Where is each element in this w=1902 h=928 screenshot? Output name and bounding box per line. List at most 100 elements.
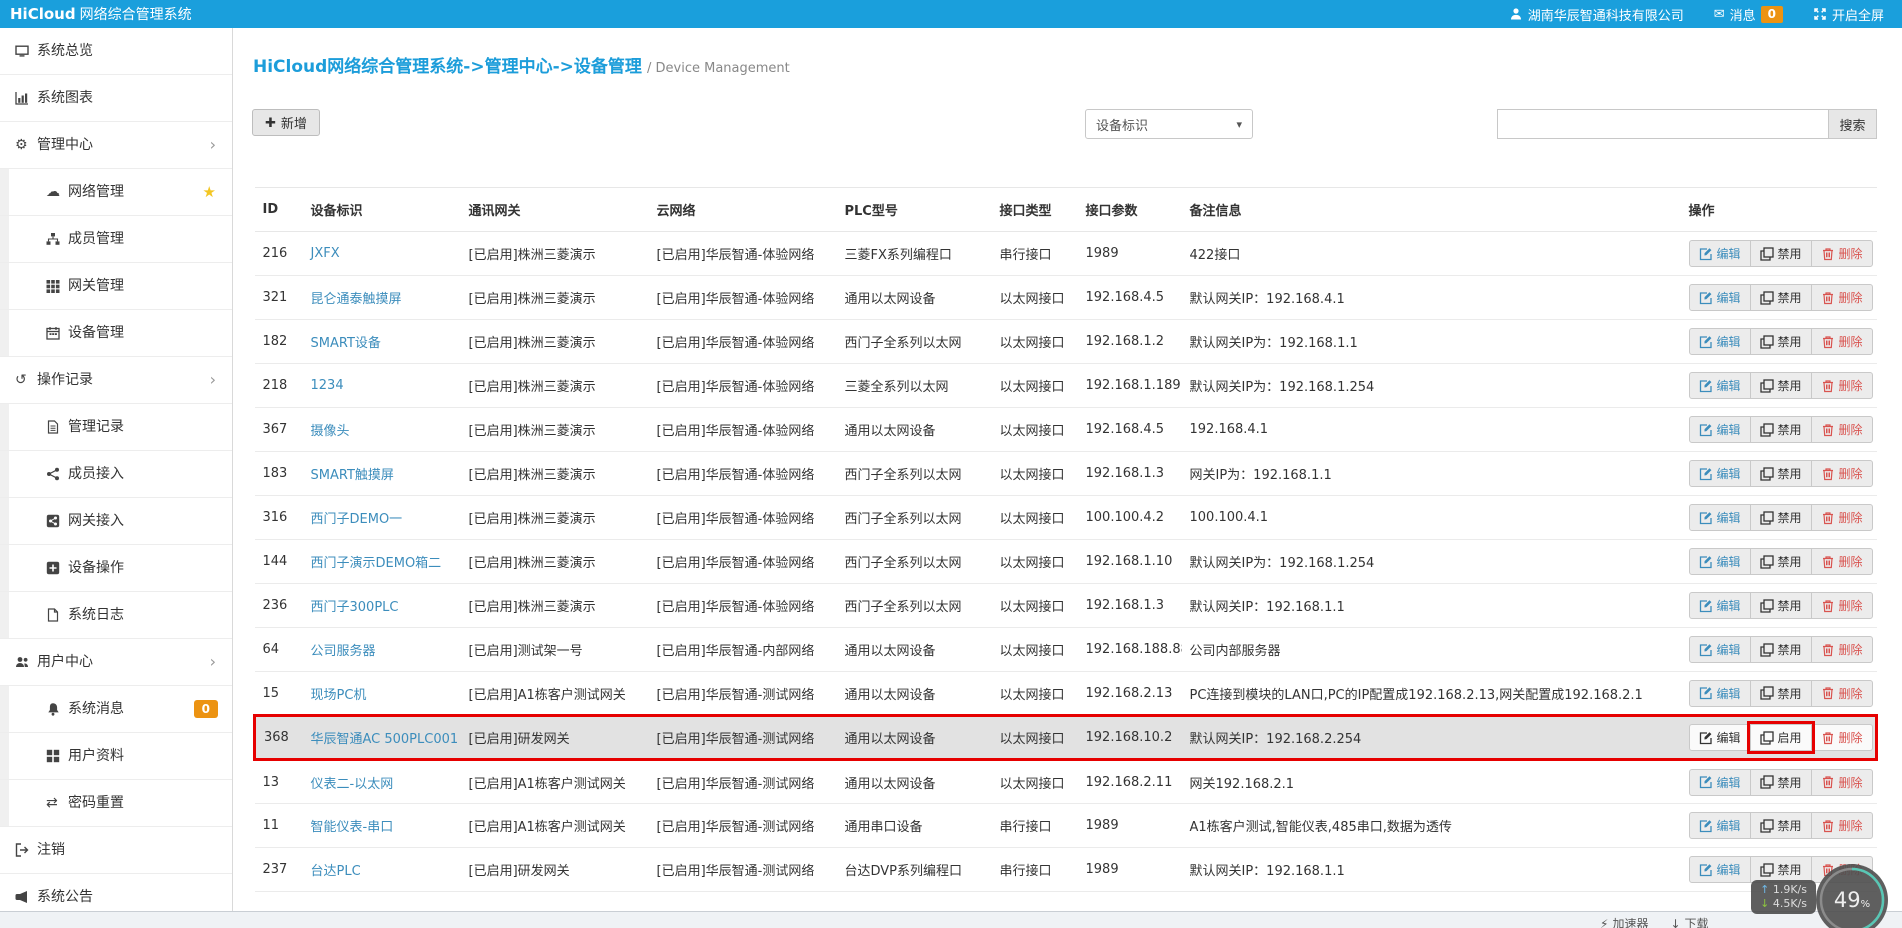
delete-button[interactable]: 删除 — [1810, 592, 1873, 619]
delete-button[interactable]: 删除 — [1810, 328, 1873, 355]
sidebar-item-注销[interactable]: 注销 — [0, 827, 232, 874]
sidebar-item-系统消息[interactable]: 系统消息 0 — [0, 686, 232, 733]
device-name-link[interactable]: SMART设备 — [311, 336, 381, 351]
device-name-link[interactable]: 西门子DEMO一 — [311, 512, 403, 527]
sidebar-item-密码重置[interactable]: ⇄ 密码重置 — [0, 780, 232, 827]
sidebar-item-系统总览[interactable]: 系统总览 — [0, 28, 232, 75]
percent-ring-widget[interactable]: 49% — [1816, 864, 1888, 928]
device-name-link[interactable]: 西门子300PLC — [311, 600, 399, 615]
device-name-link[interactable]: 公司服务器 — [311, 644, 376, 659]
delete-button[interactable]: 删除 — [1810, 372, 1873, 399]
disable-button[interactable]: 禁用 — [1749, 460, 1812, 487]
browser-bar-item[interactable]: ⚡ 加速器 — [1600, 915, 1648, 928]
cell-device-name: 华辰智通AC 500PLC001 — [302, 714, 461, 761]
sidebar-item-网络管理[interactable]: ☁ 网络管理 ★ — [0, 169, 232, 216]
device-name-link[interactable]: 智能仪表-串口 — [311, 820, 394, 835]
disable-button[interactable]: 禁用 — [1749, 679, 1812, 707]
device-name-link[interactable]: 仪表二-以太网 — [311, 777, 394, 792]
disable-button[interactable]: 禁用 — [1749, 636, 1812, 663]
add-button[interactable]: ✚ 新增 — [252, 109, 320, 136]
disable-button[interactable]: 禁用 — [1749, 284, 1812, 311]
delete-button[interactable]: 删除 — [1810, 240, 1873, 267]
delete-button[interactable]: 删除 — [1810, 812, 1873, 839]
sidebar-item-系统日志[interactable]: 系统日志 — [0, 592, 232, 639]
disable-button[interactable]: 禁用 — [1749, 592, 1812, 619]
sidebar-item-设备管理[interactable]: 设备管理 — [0, 310, 232, 357]
sidebar-item-管理中心[interactable]: ⚙ 管理中心 › — [0, 122, 232, 169]
device-name-link[interactable]: 西门子演示DEMO箱二 — [311, 556, 442, 571]
cell-interface-type: 以太网接口 — [991, 363, 1078, 408]
disable-button[interactable]: 禁用 — [1749, 768, 1812, 796]
search-input[interactable] — [1497, 109, 1829, 139]
pencil-icon — [1699, 379, 1713, 393]
edit-button[interactable]: 编辑 — [1688, 856, 1751, 883]
delete-button[interactable]: 删除 — [1810, 284, 1873, 311]
sidebar-item-系统图表[interactable]: 系统图表 — [0, 75, 232, 122]
envelope-icon: ✉ — [1713, 6, 1725, 22]
edit-button[interactable]: 编辑 — [1688, 679, 1751, 707]
cell-gateway: [已启用]株洲三菱演示 — [460, 539, 649, 584]
chart-icon — [15, 91, 37, 105]
edit-button[interactable]: 编辑 — [1688, 240, 1751, 267]
sidebar-item-设备操作[interactable]: 设备操作 — [0, 545, 232, 592]
company-account[interactable]: 湖南华辰智通科技有限公司 — [1509, 5, 1684, 24]
edit-button[interactable]: 编辑 — [1688, 504, 1751, 531]
sidebar-item-管理记录[interactable]: 管理记录 — [0, 404, 232, 451]
edit-button[interactable]: 编辑 — [1688, 592, 1751, 619]
disable-button[interactable]: 禁用 — [1749, 240, 1812, 267]
edit-button[interactable]: 编辑 — [1688, 284, 1751, 311]
device-name-link[interactable]: 台达PLC — [311, 864, 361, 879]
device-name-link[interactable]: 华辰智通AC 500PLC001 — [311, 732, 459, 747]
delete-button[interactable]: 删除 — [1810, 679, 1873, 707]
column-header: PLC型号 — [836, 187, 992, 232]
cell-id: 144 — [254, 539, 303, 584]
page-subtitle: / Device Management — [647, 61, 790, 76]
device-name-link[interactable]: SMART触摸屏 — [311, 468, 394, 483]
messages-button[interactable]: ✉ 消息 0 — [1714, 5, 1783, 24]
disable-button[interactable]: 禁用 — [1749, 504, 1812, 531]
filter-select[interactable]: 设备标识 ▾ — [1085, 109, 1253, 139]
enable-button[interactable]: 启用 — [1749, 724, 1812, 751]
delete-button-label: 删除 — [1838, 555, 1863, 569]
edit-button[interactable]: 编辑 — [1688, 548, 1751, 575]
sidebar-item-用户资料[interactable]: 用户资料 — [0, 733, 232, 780]
device-name-link[interactable]: 昆仑通泰触摸屏 — [311, 292, 402, 307]
delete-button[interactable]: 删除 — [1810, 636, 1873, 663]
sidebar-item-操作记录[interactable]: ↺ 操作记录 › — [0, 357, 232, 404]
edit-button[interactable]: 编辑 — [1688, 328, 1751, 355]
disable-button[interactable]: 禁用 — [1749, 548, 1812, 575]
edit-button[interactable]: 编辑 — [1688, 372, 1751, 399]
disable-button[interactable]: 禁用 — [1749, 812, 1812, 839]
search-button[interactable]: 搜索 — [1829, 109, 1877, 139]
device-name-link[interactable]: 现场PC机 — [311, 688, 367, 703]
disable-button[interactable]: 禁用 — [1749, 416, 1812, 443]
edit-button[interactable]: 编辑 — [1688, 768, 1751, 796]
sidebar-item-网关管理[interactable]: 网关管理 — [0, 263, 232, 310]
device-name-link[interactable]: 摄像头 — [311, 424, 350, 439]
sidebar-item-网关接入[interactable]: 网关接入 — [0, 498, 232, 545]
cell-remark: 网关IP为：192.168.1.1 — [1181, 451, 1681, 496]
edit-button[interactable]: 编辑 — [1688, 636, 1751, 663]
delete-button[interactable]: 删除 — [1810, 416, 1873, 443]
edit-button[interactable]: 编辑 — [1688, 812, 1751, 839]
device-name-link[interactable]: 1234 — [311, 378, 344, 393]
delete-button[interactable]: 删除 — [1810, 460, 1873, 487]
edit-button[interactable]: 编辑 — [1688, 724, 1751, 751]
row-action-group: 编辑 禁用 删除 — [1688, 284, 1873, 311]
delete-button[interactable]: 删除 — [1810, 504, 1873, 531]
browser-bar-item[interactable]: ↓ 下载 — [1670, 915, 1708, 928]
disable-button[interactable]: 禁用 — [1749, 856, 1812, 883]
sidebar-item-成员管理[interactable]: 成员管理 — [0, 216, 232, 263]
disable-button[interactable]: 禁用 — [1749, 328, 1812, 355]
delete-button[interactable]: 删除 — [1810, 548, 1873, 575]
device-name-link[interactable]: JXFX — [311, 246, 340, 261]
edit-button[interactable]: 编辑 — [1688, 460, 1751, 487]
fullscreen-icon — [1813, 7, 1827, 21]
sidebar-item-用户中心[interactable]: 用户中心 › — [0, 639, 232, 686]
fullscreen-button[interactable]: 开启全屏 — [1813, 5, 1884, 24]
disable-button[interactable]: 禁用 — [1749, 372, 1812, 399]
edit-button[interactable]: 编辑 — [1688, 416, 1751, 443]
sidebar-item-成员接入[interactable]: 成员接入 — [0, 451, 232, 498]
delete-button[interactable]: 删除 — [1810, 724, 1873, 751]
delete-button[interactable]: 删除 — [1810, 768, 1873, 796]
